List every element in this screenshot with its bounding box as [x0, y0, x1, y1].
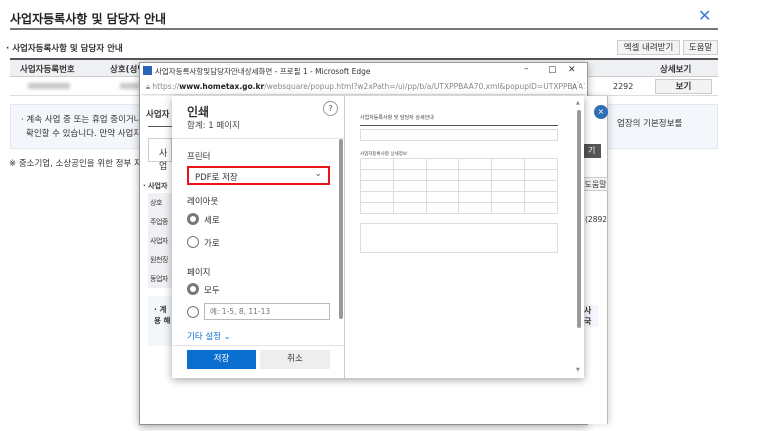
- preview-table: [360, 158, 558, 214]
- section-label: 사업자등록사항 및 담당자 안내: [12, 44, 123, 54]
- section-title: · 사업자등록사항 및 담당자 안내: [6, 44, 123, 54]
- print-divider: [172, 138, 344, 139]
- col-header: 사업자등록번호: [20, 65, 75, 75]
- window-close-button[interactable]: ✕: [568, 65, 576, 75]
- detail-close-button[interactable]: ×: [594, 105, 608, 119]
- preview-title: 사업자등록사항 및 담당자 상세안내: [360, 115, 434, 121]
- help-button[interactable]: 도움말: [683, 40, 718, 55]
- detail-help-button[interactable]: 도움말: [583, 177, 608, 191]
- maximize-button[interactable]: ▢: [548, 65, 557, 75]
- detail-section: · 사업자: [143, 182, 168, 190]
- preview-notice: [360, 223, 558, 253]
- scroll-down-icon[interactable]: ▼: [576, 367, 580, 373]
- minimize-button[interactable]: –: [524, 64, 529, 74]
- footer-divider: [172, 345, 344, 346]
- detail-tab[interactable]: 사업: [148, 138, 172, 172]
- view-button[interactable]: 보기: [655, 79, 712, 94]
- preview-filter-box: [360, 129, 558, 141]
- close-icon[interactable]: ✕: [698, 6, 711, 25]
- layout-label: 레이아웃: [187, 197, 219, 207]
- more-settings-link[interactable]: 기타 설정 ⌄: [187, 332, 231, 343]
- url-rest: /websquare/popup.html?w2xPath=/ui/pp/b/a…: [264, 82, 585, 91]
- excel-download-button[interactable]: 엑셀 내려받기: [617, 40, 680, 55]
- printer-value: PDF로 저장: [195, 173, 238, 183]
- printer-select[interactable]: PDF로 저장 ⌄: [187, 166, 330, 185]
- page-range-input[interactable]: [204, 303, 330, 320]
- masked-value: [120, 83, 140, 89]
- detail-row-label: 사업자: [148, 231, 172, 250]
- preview-divider: [360, 125, 558, 126]
- title-divider: [10, 28, 718, 30]
- col-header: 상세보기: [660, 65, 692, 75]
- detail-row-label: 동업자: [148, 269, 172, 288]
- address-bar[interactable]: 🔒︎ https://www.hometax.go.kr/websquare/p…: [142, 80, 585, 95]
- chevron-down-icon: ⌄: [314, 169, 322, 179]
- print-total: 합계: 1 페이지: [187, 121, 240, 131]
- detail-dark-button[interactable]: 기: [584, 144, 601, 158]
- detail-value: (2892: [585, 215, 608, 224]
- landscape-label: 가로: [204, 239, 220, 249]
- url-domain: www.hometax.go.kr: [179, 82, 265, 91]
- portrait-radio[interactable]: [187, 213, 199, 225]
- landscape-radio[interactable]: [187, 236, 199, 248]
- detail-row-label: 원천징: [148, 250, 172, 269]
- preview-scrollbar[interactable]: [577, 110, 581, 328]
- printer-label: 프린터: [187, 152, 211, 162]
- more-settings-label: 기타 설정: [187, 332, 221, 342]
- lock-icon: 🔒︎: [146, 82, 150, 91]
- pages-label: 페이지: [187, 268, 211, 278]
- all-pages-radio[interactable]: [187, 283, 199, 295]
- read-aloud-icon[interactable]: Aʼ: [572, 81, 580, 92]
- window-title: 사업자등록사항및담당자안내상세화면 - 프로필 1 - Microsoft Ed…: [155, 67, 371, 76]
- portrait-label: 세로: [204, 216, 220, 226]
- row-value: 2292: [613, 82, 634, 91]
- preview-divider: [344, 96, 345, 378]
- masked-value: [28, 83, 70, 89]
- notice-text-right: 업장의 기본정보를: [617, 119, 683, 129]
- page-title: 사업자등록사항 및 담당자 안내: [10, 12, 167, 26]
- cancel-button[interactable]: 취소: [260, 350, 330, 369]
- detail-notice: · 계 용 해: [148, 296, 172, 346]
- notice-text: 확인할 수 있습니다. 만약 사업자...: [26, 129, 146, 139]
- site-icon: [143, 66, 152, 75]
- scroll-up-icon[interactable]: ▲: [576, 100, 580, 106]
- preview-subtitle: 사업자등록사항 상세정보: [360, 152, 407, 157]
- page-range-radio[interactable]: [187, 306, 199, 318]
- detail-row-label: 상호: [148, 193, 172, 212]
- preview-page: 사업자등록사항 및 담당자 상세안내 사업자등록사항 상세정보: [350, 100, 572, 374]
- detail-divider: [148, 126, 172, 127]
- settings-scrollbar[interactable]: [339, 139, 343, 319]
- detail-modal-title: 사업자: [146, 110, 170, 120]
- detail-notice-right: 사 국: [584, 305, 598, 327]
- print-title: 인쇄: [187, 105, 210, 119]
- footnote: ※ 중소기업, 소상공인을 위한 정부 지...: [9, 159, 144, 169]
- help-icon[interactable]: ?: [323, 101, 338, 116]
- detail-row-label: 주업종: [148, 212, 172, 231]
- save-button[interactable]: 저장: [187, 350, 256, 369]
- all-pages-label: 모두: [204, 286, 220, 296]
- url-prefix: https://: [152, 82, 180, 91]
